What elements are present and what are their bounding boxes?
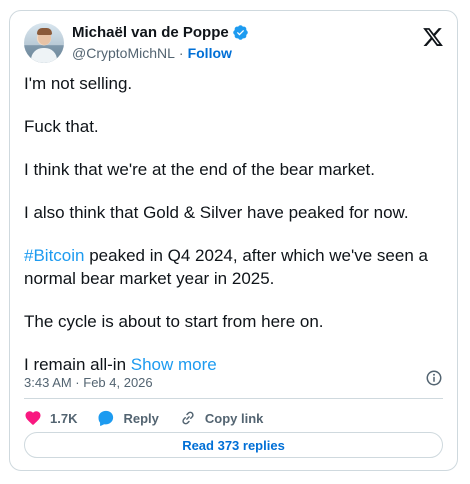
like-button[interactable]: 1.7K — [24, 409, 77, 427]
tweet-body: I'm not selling. Fuck that. I think that… — [24, 72, 444, 396]
bitcoin-hashtag-link[interactable]: #Bitcoin — [24, 246, 84, 265]
tweet-paragraph: I'm not selling. — [24, 74, 133, 93]
copy-link-label: Copy link — [204, 410, 264, 426]
separator-dot: · — [178, 45, 184, 61]
tweet-text: I remain all-in — [24, 355, 131, 374]
show-more-link[interactable]: Show more — [131, 355, 217, 374]
tweet-paragraph: #Bitcoin peaked in Q4 2024, after which … — [24, 244, 444, 290]
tweet-paragraph: I think that we're at the end of the bea… — [24, 160, 375, 179]
tweet-paragraph: The cycle is about to start from here on… — [24, 312, 324, 331]
verified-badge-icon — [232, 25, 248, 40]
info-icon[interactable] — [425, 369, 443, 387]
like-count: 1.7K — [50, 410, 78, 426]
link-icon — [182, 411, 194, 425]
action-bar: 1.7K Reply Copy link — [24, 407, 283, 429]
author-handle-row: @CryptoMichNL · Follow — [72, 45, 232, 61]
author-handle[interactable]: @CryptoMichNL — [72, 45, 175, 61]
read-replies-button[interactable]: Read 373 replies — [24, 432, 443, 458]
reply-button[interactable]: Reply — [97, 409, 159, 427]
author-name-row: Michaël van de Poppe — [72, 24, 249, 41]
reply-label: Reply — [123, 410, 159, 426]
x-logo-icon[interactable] — [422, 26, 444, 48]
tweet-timestamp[interactable]: 3:43 AM · Feb 4, 2026 — [24, 375, 153, 390]
heart-icon — [25, 411, 41, 426]
reply-icon — [98, 410, 114, 426]
tweet-card: Michaël van de Poppe @CryptoMichNL · Follo… — [9, 10, 458, 471]
follow-button[interactable]: Follow — [188, 45, 232, 61]
tweet-paragraph: Fuck that. — [24, 117, 99, 136]
author-name[interactable]: Michaël van de Poppe — [72, 24, 229, 41]
tweet-paragraph: I remain all-in Show more — [24, 353, 444, 376]
copy-link-button[interactable]: Copy link — [179, 409, 264, 427]
avatar[interactable] — [24, 23, 64, 63]
tweet-text: peaked in Q4 2024, after which we've see… — [24, 246, 428, 288]
tweet-paragraph: I also think that Gold & Silver have pea… — [24, 203, 409, 222]
tweet-header: Michaël van de Poppe @CryptoMichNL · Follo… — [24, 23, 444, 69]
divider — [24, 398, 443, 399]
